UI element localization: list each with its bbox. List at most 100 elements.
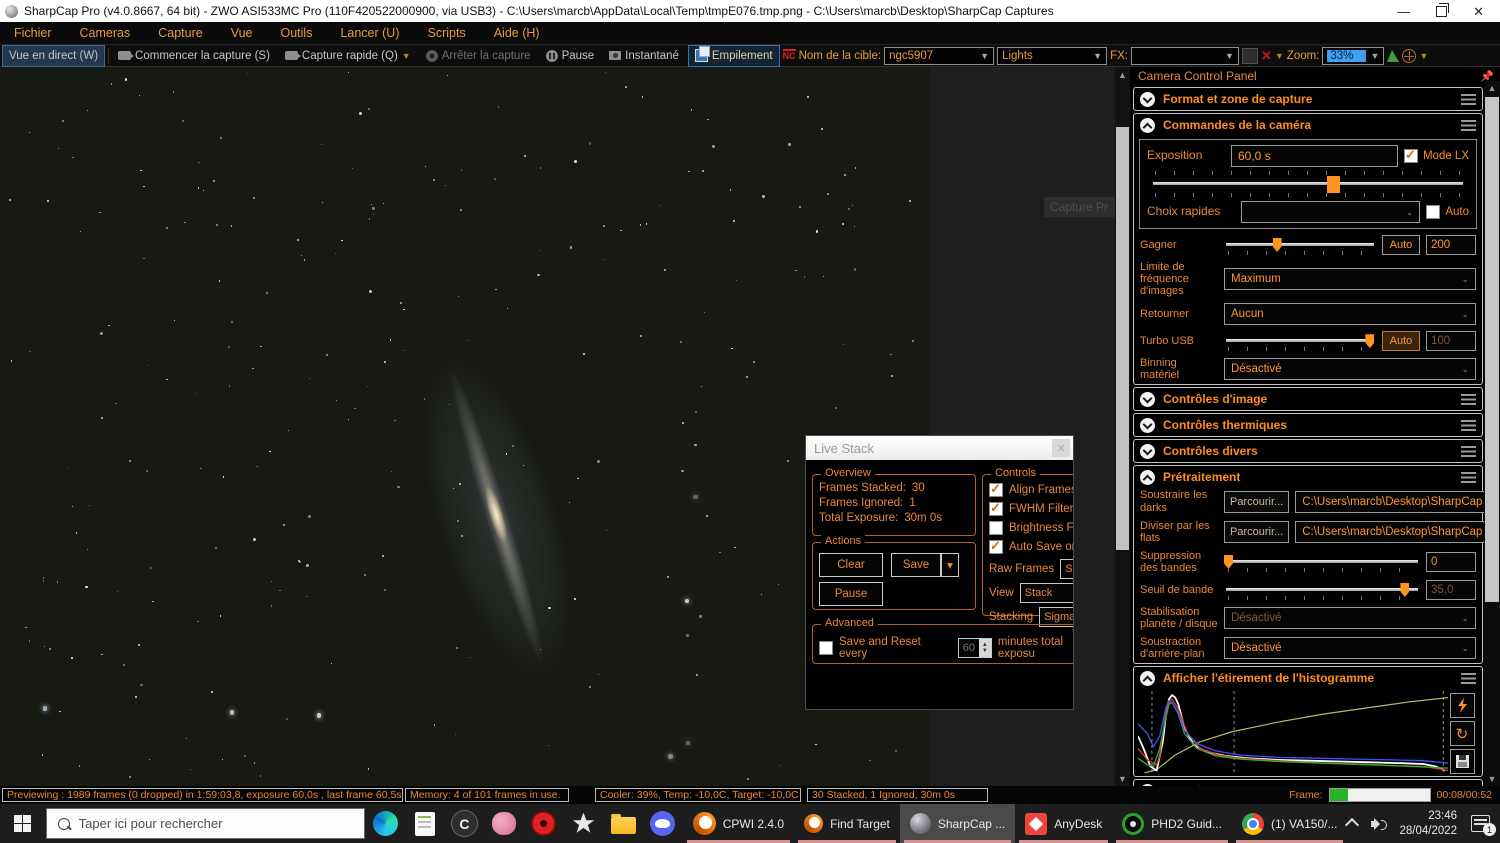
menu-fichier[interactable]: Fichier	[0, 26, 66, 40]
auto-save-checkbox[interactable]	[989, 540, 1003, 554]
band-threshold-slider[interactable]	[1224, 580, 1420, 600]
live-stack-titlebar[interactable]: Live Stack ✕	[806, 436, 1073, 460]
gain-slider[interactable]	[1224, 235, 1376, 255]
gain-auto-button[interactable]: Auto	[1382, 235, 1420, 255]
section-camera-title[interactable]: Commandes de la caméra	[1163, 118, 1453, 132]
chevron-up-icon[interactable]	[1140, 470, 1155, 485]
slider-thumb[interactable]	[1400, 583, 1409, 597]
taskbar-app-sharpcap[interactable]: SharpCap ...	[900, 804, 1015, 843]
chevron-down-icon[interactable]	[1140, 392, 1155, 407]
close-icon[interactable]: ✕	[1473, 5, 1484, 18]
scrollbar-thumb[interactable]	[1485, 97, 1499, 602]
exposure-slider[interactable]	[1151, 171, 1465, 197]
raw-frames-button[interactable]: Save St	[1060, 559, 1074, 579]
flats-path-combo[interactable]: C:\Users\marcb\Desktop\SharpCap C...⌄	[1295, 521, 1484, 543]
taskbar-media-icon[interactable]	[524, 804, 564, 843]
snapshot-button[interactable]: Instantané	[603, 46, 685, 66]
background-sub-combo[interactable]: Désactivé⌄	[1224, 637, 1476, 659]
band-threshold-value[interactable]: 35,0	[1426, 580, 1476, 600]
section-menu-icon[interactable]	[1461, 394, 1476, 405]
clear-fx-icon[interactable]: ✕	[1261, 49, 1272, 62]
taskbar-notepad-icon[interactable]	[405, 804, 445, 843]
flip-combo[interactable]: Aucun⌄	[1224, 303, 1476, 325]
exposure-input[interactable]: 60,0 s	[1231, 145, 1398, 167]
slider-thumb[interactable]	[1273, 238, 1282, 252]
taskbar-app-cpwi[interactable]: CPWI 2.4.0	[683, 804, 794, 843]
live-view-button[interactable]: Vue en direct (W)	[2, 45, 105, 67]
reset-stretch-button[interactable]: ↻	[1450, 721, 1475, 746]
histogram-plot[interactable]	[1138, 691, 1448, 773]
section-format-title[interactable]: Format et zone de capture	[1163, 92, 1453, 106]
scroll-down-icon[interactable]: ▼	[1484, 772, 1500, 786]
minutes-stepper[interactable]: 60▲▼	[958, 638, 992, 658]
framerate-combo[interactable]: Maximum⌄	[1224, 268, 1476, 290]
fwhm-filter-checkbox[interactable]	[989, 502, 1003, 516]
darks-path-combo[interactable]: C:\Users\marcb\Desktop\SharpCap C...⌄	[1295, 491, 1484, 513]
align-frames-checkbox[interactable]	[989, 483, 1003, 497]
auto-exposure-checkbox[interactable]	[1426, 205, 1440, 219]
section-histogram-title[interactable]: Afficher l'étirement de l'histogramme	[1163, 671, 1453, 685]
save-button[interactable]: Save	[891, 553, 941, 577]
chevron-up-icon[interactable]	[1140, 118, 1155, 133]
banding-value[interactable]: 0	[1426, 552, 1476, 572]
section-preprocessing-title[interactable]: Prétraitement	[1163, 470, 1453, 484]
selection-toggle-button[interactable]	[1242, 48, 1258, 64]
menu-outils[interactable]: Outils	[267, 26, 327, 40]
chevron-down-icon[interactable]	[1140, 444, 1155, 459]
zoom-combo[interactable]: 33%▼	[1322, 47, 1384, 65]
taskbar-explorer-icon[interactable]	[603, 804, 643, 843]
taskbar-app-anydesk[interactable]: AnyDesk	[1015, 804, 1112, 843]
section-menu-icon[interactable]	[1461, 472, 1476, 483]
scroll-down-icon[interactable]: ▼	[1115, 771, 1130, 786]
taskbar-edge-icon[interactable]	[365, 804, 405, 843]
pause-button[interactable]: Pause	[540, 46, 601, 66]
close-icon[interactable]: ✕	[1052, 439, 1070, 457]
darks-browse-button[interactable]: Parcourir...	[1224, 491, 1289, 513]
banding-slider[interactable]	[1224, 552, 1420, 572]
chevron-down-icon[interactable]	[1140, 418, 1155, 433]
start-button[interactable]	[0, 804, 46, 843]
menu-scripts[interactable]: Scripts	[414, 26, 480, 40]
usb-value[interactable]: 100	[1426, 331, 1476, 351]
preview-image[interactable]	[0, 67, 930, 786]
taskbar-paint-icon[interactable]	[484, 804, 524, 843]
pause-stack-button[interactable]: Pause	[819, 582, 883, 606]
slider-thumb[interactable]	[1327, 176, 1340, 193]
brightness-filter-checkbox[interactable]	[989, 521, 1003, 535]
scrollbar-thumb[interactable]	[1116, 127, 1129, 550]
save-stretch-button[interactable]	[1450, 749, 1475, 774]
taskbar-discord-icon[interactable]	[643, 804, 683, 843]
minimize-icon[interactable]: —	[1397, 5, 1410, 18]
taskbar-app-chrome[interactable]: (1) VA150/...	[1232, 804, 1347, 843]
frame-type-combo[interactable]: Lights▼	[997, 47, 1107, 65]
taskbar-clock[interactable]: 23:4628/04/2022	[1399, 809, 1457, 838]
view-combo[interactable]: Stack	[1020, 583, 1074, 603]
section-menu-icon[interactable]	[1461, 673, 1476, 684]
save-reset-checkbox[interactable]	[819, 641, 833, 655]
save-dropdown-icon[interactable]: ▾	[941, 553, 959, 577]
section-menu-icon[interactable]	[1461, 446, 1476, 457]
scroll-up-icon[interactable]: ▲	[1115, 67, 1130, 82]
taskbar-star-icon[interactable]	[564, 804, 604, 843]
search-input[interactable]: Taper ici pour rechercher	[46, 808, 366, 839]
live-stack-button[interactable]: Empilement	[688, 45, 780, 67]
start-capture-button[interactable]: Commencer la capture (S)	[112, 46, 276, 66]
quick-capture-button[interactable]: Capture rapide (Q)▼	[279, 46, 417, 66]
chevron-down-icon[interactable]	[1140, 92, 1155, 107]
reticle-icon[interactable]	[1402, 49, 1416, 63]
clear-button[interactable]: Clear	[819, 553, 883, 577]
auto-stretch-button[interactable]	[1450, 693, 1475, 718]
panel-vertical-scrollbar[interactable]: ▲ ▼	[1484, 81, 1500, 786]
menu-cameras[interactable]: Cameras	[66, 26, 145, 40]
image-vertical-scrollbar[interactable]: ▲ ▼	[1115, 67, 1130, 786]
taskbar-app-phd2[interactable]: PHD2 Guid...	[1112, 804, 1232, 843]
menu-lancer[interactable]: Lancer (U)	[326, 26, 413, 40]
flats-browse-button[interactable]: Parcourir...	[1224, 521, 1289, 543]
taskbar-ccleaner-icon[interactable]: C	[445, 804, 485, 843]
speaker-icon[interactable]	[1371, 818, 1385, 830]
stepper-arrows-icon[interactable]: ▲▼	[979, 639, 991, 657]
menu-aide[interactable]: Aide (H)	[480, 26, 554, 40]
scroll-up-icon[interactable]: ▲	[1484, 81, 1500, 95]
section-menu-icon[interactable]	[1461, 120, 1476, 131]
fx-combo[interactable]: ▼	[1131, 47, 1239, 65]
